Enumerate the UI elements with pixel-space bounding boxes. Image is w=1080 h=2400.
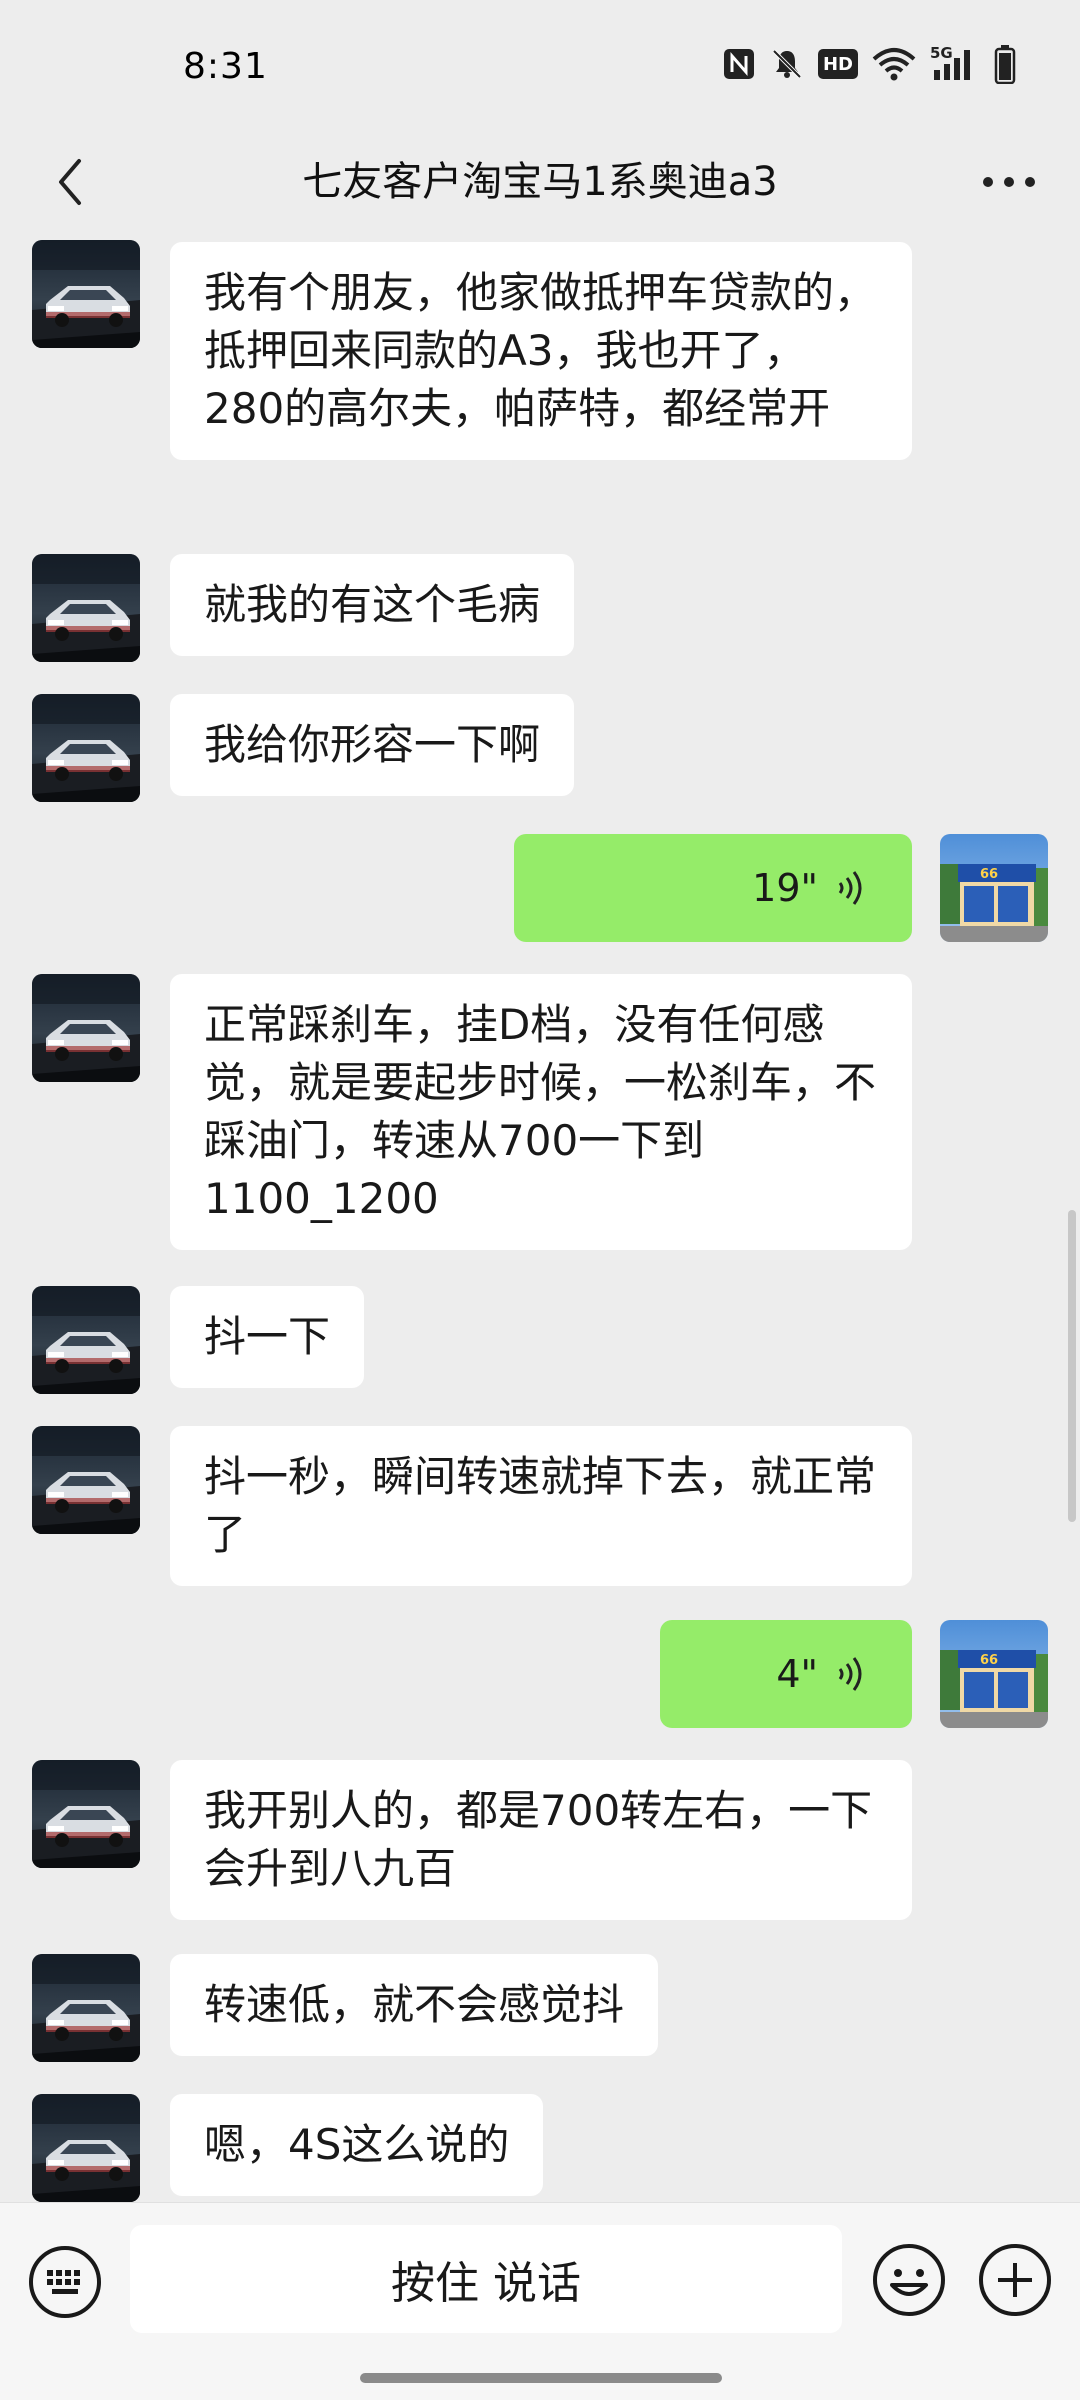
incoming-message[interactable]: 抖一下 [170,1286,365,1388]
contact-avatar[interactable] [32,694,140,802]
chevron-left-icon [59,159,81,205]
more-actions-button[interactable] [976,2241,1054,2319]
incoming-message[interactable]: 正常踩刹车，挂D档，没有任何感觉，就是要起步时候，一松刹车，不踩油门，转速从70… [170,974,912,1250]
contact-avatar[interactable] [32,1286,140,1394]
contact-avatar[interactable] [32,2094,140,2202]
keyboard-icon [29,2246,101,2318]
incoming-message[interactable]: 我有个朋友，他家做抵押车贷款的，抵押回来同款的A3，我也开了，280的高尔夫，帕… [170,242,912,460]
scrollbar[interactable] [1068,1210,1076,1522]
status-icons: HD 5G [722,44,1016,84]
my-avatar[interactable] [940,834,1048,942]
incoming-message[interactable]: 抖一秒，瞬间转速就掉下去，就正常了 [170,1426,912,1586]
incoming-message[interactable]: 就我的有这个毛病 [170,554,575,656]
voice-duration: 4" [776,1652,818,1696]
home-indicator[interactable] [360,2373,722,2383]
emoji-icon [873,2244,945,2316]
hd-icon: HD [817,49,858,79]
my-avatar[interactable] [940,1620,1048,1728]
chat-title: 七友客户淘宝马1系奥迪a3 [302,159,778,205]
contact-avatar[interactable] [32,1954,140,2062]
contact-avatar[interactable] [32,974,140,1082]
emoji-button[interactable] [870,2241,948,2319]
voice-message[interactable]: 4" [660,1620,912,1728]
hold-to-talk-button[interactable]: 按住 说话 [130,2225,842,2333]
incoming-message[interactable]: 转速低，就不会感觉抖 [170,1954,659,2056]
voice-wave-icon [838,1657,862,1691]
keyboard-button[interactable] [26,2243,104,2321]
wifi-icon [872,47,916,81]
contact-avatar[interactable] [32,1760,140,1868]
incoming-message[interactable]: 我给你形容一下啊 [170,694,575,796]
voice-message[interactable]: 19" [514,834,912,942]
contact-avatar[interactable] [32,1426,140,1534]
plus-icon [979,2244,1051,2316]
battery-icon [994,44,1016,84]
voice-wave-icon [838,871,862,905]
contact-avatar[interactable] [32,554,140,662]
status-bar: 8:31 HD 5G [0,0,1080,140]
back-button[interactable] [40,142,100,222]
incoming-message[interactable]: 嗯，4S这么说的 [170,2094,544,2196]
incoming-message[interactable]: 我开别人的，都是700转左右，一下会升到八九百 [170,1760,912,1920]
more-dots-icon [983,177,1035,187]
status-time: 8:31 [183,46,268,87]
more-button[interactable] [974,142,1044,222]
chat-messages[interactable]: 我有个朋友，他家做抵押车贷款的，抵押回来同款的A3，我也开了，280的高尔夫，帕… [0,236,1080,2202]
input-bar: 按住 说话 [0,2202,1080,2400]
nfc-icon [722,47,756,81]
chat-header: 七友客户淘宝马1系奥迪a3 [0,130,1080,236]
5g-signal-icon: 5G [930,44,980,82]
voice-duration: 19" [752,866,818,910]
contact-avatar[interactable] [32,240,140,348]
mute-bell-icon [770,47,804,81]
